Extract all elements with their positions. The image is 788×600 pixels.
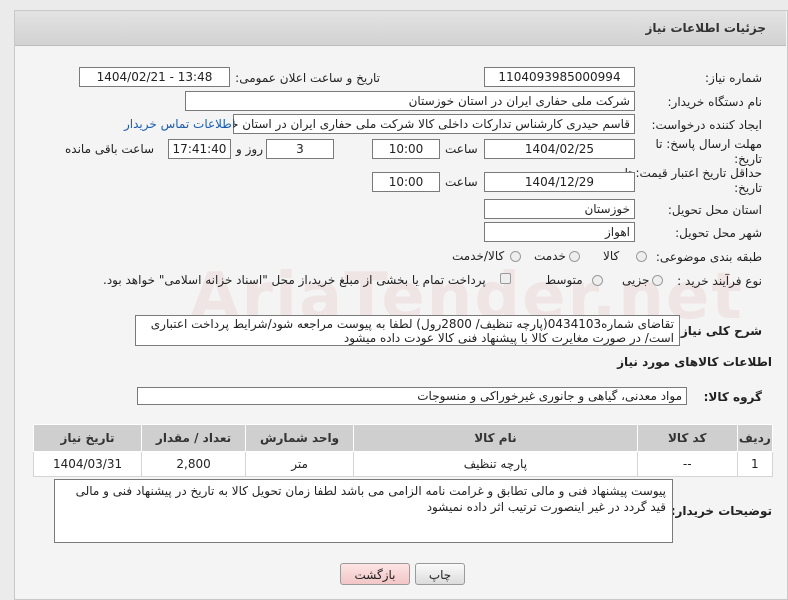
price-date-field[interactable]: 1404/12/29	[484, 172, 635, 192]
remaining-time-field[interactable]: 17:41:40	[168, 139, 231, 159]
table-row[interactable]: 1 -- پارچه تنظیف متر 2,800 1404/03/31	[32, 451, 774, 477]
buyer-notes-label: توضیحات خریدار:	[670, 504, 772, 518]
page-title: جزئیات اطلاعات نیاز	[645, 21, 766, 35]
col-code: کد کالا	[636, 424, 738, 452]
cell-unit: متر	[245, 451, 355, 477]
category-option-goods-service: کالا/خدمت	[452, 249, 505, 263]
process-label: نوع فرآیند خرید :	[677, 274, 762, 288]
need-number-field[interactable]: 1104093985000994	[484, 67, 635, 87]
table-header-row: ردیف کد کالا نام کالا واحد شمارش تعداد /…	[32, 424, 774, 452]
items-table: ردیف کد کالا نام کالا واحد شمارش تعداد /…	[32, 424, 774, 477]
category-radio-goods[interactable]	[636, 251, 647, 262]
col-need-date: تاریخ نیاز	[32, 424, 143, 452]
process-option-minor: جزیی	[622, 273, 650, 287]
category-radio-service[interactable]	[569, 251, 580, 262]
announce-label: تاریخ و ساعت اعلان عمومی:	[235, 71, 380, 85]
city-label: شهر محل تحویل:	[675, 226, 762, 240]
description-label: شرح کلی نیاز:	[676, 324, 762, 338]
province-label: استان محل تحویل:	[667, 203, 762, 217]
cell-name: پارچه تنظیف	[353, 451, 638, 477]
category-option-service: خدمت	[534, 249, 566, 263]
goods-group-label: گروه کالا:	[703, 390, 762, 404]
min-price-label: حداقل تاریخ اعتبار قیمت: تا تاریخ:	[624, 166, 762, 195]
days-field[interactable]: 3	[266, 139, 334, 159]
process-option-medium: متوسط	[545, 273, 583, 287]
creator-label: ایجاد کننده درخواست:	[651, 118, 762, 132]
col-unit: واحد شمارش	[245, 424, 355, 452]
print-button[interactable]: چاپ	[415, 563, 465, 585]
city-field[interactable]: اهواز	[484, 222, 635, 242]
treasury-payment-checkbox[interactable]	[500, 273, 511, 284]
reply-time-field[interactable]: 10:00	[372, 139, 440, 159]
description-field[interactable]: تقاضای شماره0434103(پارچه تنظیف/ 2800رول…	[135, 315, 680, 346]
process-radio-medium[interactable]	[592, 275, 603, 286]
col-quantity: تعداد / مقدار	[141, 424, 247, 452]
col-row: ردیف	[736, 424, 774, 452]
back-button[interactable]: بازگشت	[340, 563, 410, 585]
price-time-label: ساعت	[445, 175, 478, 189]
remaining-label: ساعت باقی مانده	[65, 142, 155, 156]
cell-code: --	[636, 451, 738, 477]
reply-date-field[interactable]: 1404/02/25	[484, 139, 635, 159]
cell-need-date: 1404/03/31	[32, 451, 143, 477]
contact-buyer-link[interactable]: اطلاعات تماس خریدار	[124, 117, 235, 131]
panel-header: جزئیات اطلاعات نیاز	[15, 11, 786, 46]
reply-deadline-label: مهلت ارسال پاسخ: تا تاریخ:	[655, 137, 762, 166]
creator-field[interactable]: قاسم حیدری کارشناس تدارکات داخلی کالا شر…	[233, 114, 635, 134]
goods-group-field[interactable]: مواد معدنی، گیاهی و جانوری غیرخوراکی و م…	[137, 387, 687, 405]
process-radio-minor[interactable]	[652, 275, 663, 286]
buyer-org-field[interactable]: شرکت ملی حفاری ایران در استان خوزستان	[185, 91, 635, 111]
cell-quantity: 2,800	[141, 451, 247, 477]
buyer-org-label: نام دستگاه خریدار:	[667, 95, 763, 109]
price-time-field[interactable]: 10:00	[372, 172, 440, 192]
need-number-label: شماره نیاز:	[705, 71, 762, 85]
buyer-notes-field[interactable]: پیوست پیشنهاد فنی و مالی تطابق و غرامت ن…	[54, 479, 673, 543]
category-radio-goods-service[interactable]	[510, 251, 521, 262]
cell-row: 1	[736, 451, 774, 477]
category-label: طبقه بندی موضوعی:	[655, 250, 762, 264]
payment-note: پرداخت تمام یا بخشی از مبلغ خرید،از محل …	[103, 273, 486, 287]
province-field[interactable]: خوزستان	[484, 199, 635, 219]
days-label: روز و	[236, 142, 263, 156]
category-option-goods: کالا	[603, 249, 620, 263]
reply-time-label: ساعت	[445, 142, 478, 156]
col-name: نام کالا	[353, 424, 638, 452]
goods-section-title: اطلاعات کالاهای مورد نیاز	[617, 355, 772, 369]
announce-field[interactable]: 1404/02/21 - 13:48	[79, 67, 230, 87]
